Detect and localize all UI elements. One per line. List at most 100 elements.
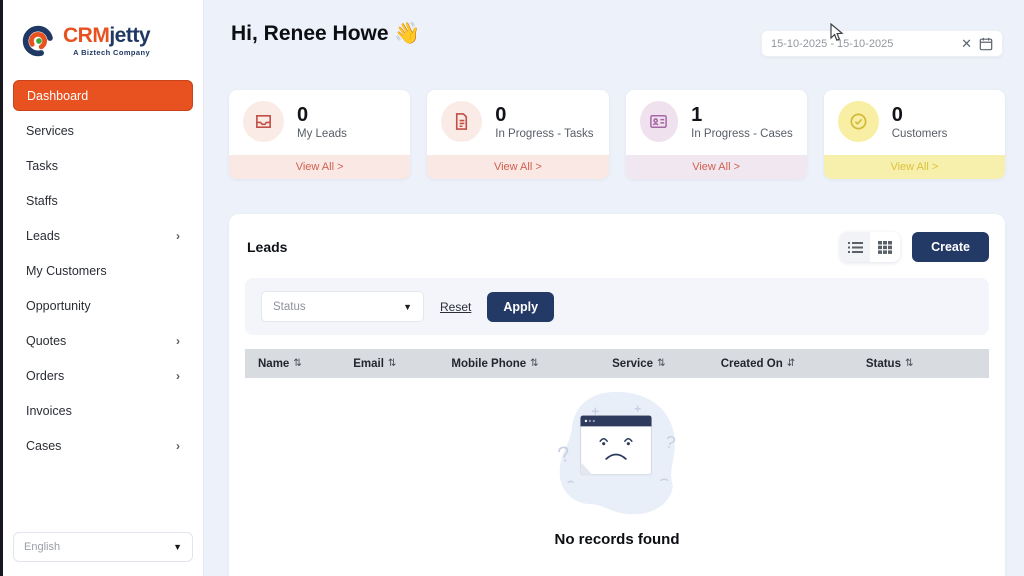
- sidebar-item-label: Dashboard: [27, 89, 88, 103]
- sidebar-item-invoices[interactable]: Invoices: [13, 395, 193, 426]
- logo-brand-crm: CRM: [63, 24, 109, 47]
- leads-filter-bar: Status ▼ Reset Apply: [245, 278, 989, 335]
- column-header-created-on: Created On ⇵: [708, 358, 853, 370]
- sidebar-item-label: My Customers: [26, 264, 107, 278]
- column-label: Status: [866, 358, 901, 370]
- stat-card-value: 0: [495, 104, 593, 126]
- sort-icon[interactable]: ⇅: [905, 358, 913, 369]
- status-filter-value: Status: [273, 301, 306, 313]
- sort-icon[interactable]: ⇅: [530, 358, 538, 369]
- sidebar-item-orders[interactable]: Orders ›: [13, 360, 193, 391]
- language-select-value: English: [24, 541, 60, 553]
- sidebar-item-cases[interactable]: Cases ›: [13, 430, 193, 461]
- sidebar-item-my-customers[interactable]: My Customers: [13, 255, 193, 286]
- column-label: Service: [612, 358, 653, 370]
- sidebar-item-leads[interactable]: Leads ›: [13, 220, 193, 251]
- list-view-icon: [848, 241, 863, 254]
- document-icon: [441, 101, 482, 142]
- create-button[interactable]: Create: [912, 232, 989, 262]
- sidebar: CRMjetty A Biztech Company Dashboard Serv…: [3, 0, 204, 576]
- apply-button[interactable]: Apply: [487, 292, 554, 322]
- stat-card: 1 In Progress - Cases View All >: [626, 90, 807, 179]
- sidebar-item-services[interactable]: Services: [13, 115, 193, 146]
- view-all-link[interactable]: View All >: [427, 155, 608, 179]
- chevron-right-icon: ›: [176, 369, 180, 383]
- sidebar-item-label: Tasks: [26, 159, 58, 173]
- crmjetty-logo-icon: [19, 22, 57, 60]
- stat-card: 0 My Leads View All >: [229, 90, 410, 179]
- view-all-link[interactable]: View All >: [229, 155, 410, 179]
- stat-card-label: In Progress - Cases: [691, 128, 793, 140]
- stat-card: 0 Customers View All >: [824, 90, 1005, 179]
- sidebar-item-staffs[interactable]: Staffs: [13, 185, 193, 216]
- chevron-right-icon: ›: [176, 334, 180, 348]
- leads-panel-title: Leads: [247, 239, 840, 255]
- sidebar-item-label: Invoices: [26, 404, 72, 418]
- list-view-button[interactable]: [840, 232, 870, 262]
- logo-tagline: A Biztech Company: [63, 49, 150, 57]
- chevron-right-icon: ›: [176, 439, 180, 453]
- sort-icon[interactable]: ⇅: [293, 358, 301, 369]
- leads-table-header: Name ⇅ Email ⇅ Mobile Phone ⇅ Service ⇅ Created …: [245, 349, 989, 378]
- wave-emoji: 👋: [394, 22, 420, 45]
- column-header-email: Email ⇅: [340, 358, 438, 370]
- calendar-icon[interactable]: [979, 37, 993, 51]
- stat-card-value: 0: [297, 104, 347, 126]
- sidebar-item-opportunity[interactable]: Opportunity: [13, 290, 193, 321]
- view-toggle: [840, 232, 900, 262]
- column-header-name: Name ⇅: [245, 358, 340, 370]
- sidebar-item-label: Opportunity: [26, 299, 91, 313]
- empty-state: ? ?: [229, 378, 1005, 548]
- stat-card-label: My Leads: [297, 128, 347, 140]
- page-greeting: Hi, Renee Howe 👋: [231, 22, 421, 46]
- date-range-picker[interactable]: 15-10-2025 - 15-10-2025 ✕: [761, 30, 1003, 57]
- clear-date-icon[interactable]: ✕: [954, 36, 979, 52]
- no-records-illustration: ? ?: [537, 386, 697, 524]
- column-header-status: Status ⇅: [853, 358, 989, 370]
- sidebar-item-label: Cases: [26, 439, 61, 453]
- sidebar-item-label: Leads: [26, 229, 60, 243]
- view-all-link[interactable]: View All >: [626, 155, 807, 179]
- column-label: Email: [353, 358, 384, 370]
- chevron-down-icon: ▼: [403, 302, 412, 312]
- sidebar-item-label: Orders: [26, 369, 64, 383]
- chevron-down-icon: ▼: [173, 542, 182, 552]
- sidebar-item-label: Services: [26, 124, 74, 138]
- grid-view-icon: [878, 241, 892, 254]
- sort-icon[interactable]: ⇵: [787, 358, 795, 369]
- sort-icon[interactable]: ⇅: [388, 358, 396, 369]
- crmjetty-logo: CRMjetty A Biztech Company: [13, 14, 193, 80]
- stat-card: 0 In Progress - Tasks View All >: [427, 90, 608, 179]
- id-card-icon: [640, 101, 679, 142]
- column-header-mobile-phone: Mobile Phone ⇅: [438, 358, 599, 370]
- language-select[interactable]: English ▼: [13, 532, 193, 562]
- column-header-service: Service ⇅: [599, 358, 708, 370]
- grid-view-button[interactable]: [870, 232, 900, 262]
- date-range-value: 15-10-2025 - 15-10-2025: [771, 38, 954, 50]
- stat-card-value: 1: [691, 104, 793, 126]
- view-all-link[interactable]: View All >: [824, 155, 1005, 179]
- status-filter-select[interactable]: Status ▼: [261, 291, 424, 322]
- check-circle-icon: [838, 101, 879, 142]
- reset-link[interactable]: Reset: [440, 300, 471, 314]
- stat-card-label: In Progress - Tasks: [495, 128, 593, 140]
- stat-cards-row: 0 My Leads View All > 0 In Progress - Tasks V…: [229, 90, 1005, 179]
- sidebar-item-label: Staffs: [26, 194, 58, 208]
- sidebar-item-label: Quotes: [26, 334, 66, 348]
- empty-state-text: No records found: [229, 531, 1005, 548]
- logo-brand-jetty: jetty: [109, 24, 150, 47]
- stat-card-label: Customers: [892, 128, 948, 140]
- chevron-right-icon: ›: [176, 229, 180, 243]
- leads-panel: Leads: [229, 214, 1005, 576]
- sort-icon[interactable]: ⇅: [657, 358, 665, 369]
- sidebar-item-dashboard[interactable]: Dashboard: [13, 80, 193, 111]
- sidebar-item-tasks[interactable]: Tasks: [13, 150, 193, 181]
- column-label: Created On: [721, 358, 783, 370]
- crm-dashboard-app: CRMjetty A Biztech Company Dashboard Serv…: [0, 0, 1024, 576]
- sidebar-item-quotes[interactable]: Quotes ›: [13, 325, 193, 356]
- inbox-icon: [243, 101, 284, 142]
- column-label: Mobile Phone: [451, 358, 526, 370]
- stat-card-value: 0: [892, 104, 948, 126]
- sidebar-nav: Dashboard Services Tasks Staffs Leads › My Cus…: [13, 80, 193, 461]
- column-label: Name: [258, 358, 289, 370]
